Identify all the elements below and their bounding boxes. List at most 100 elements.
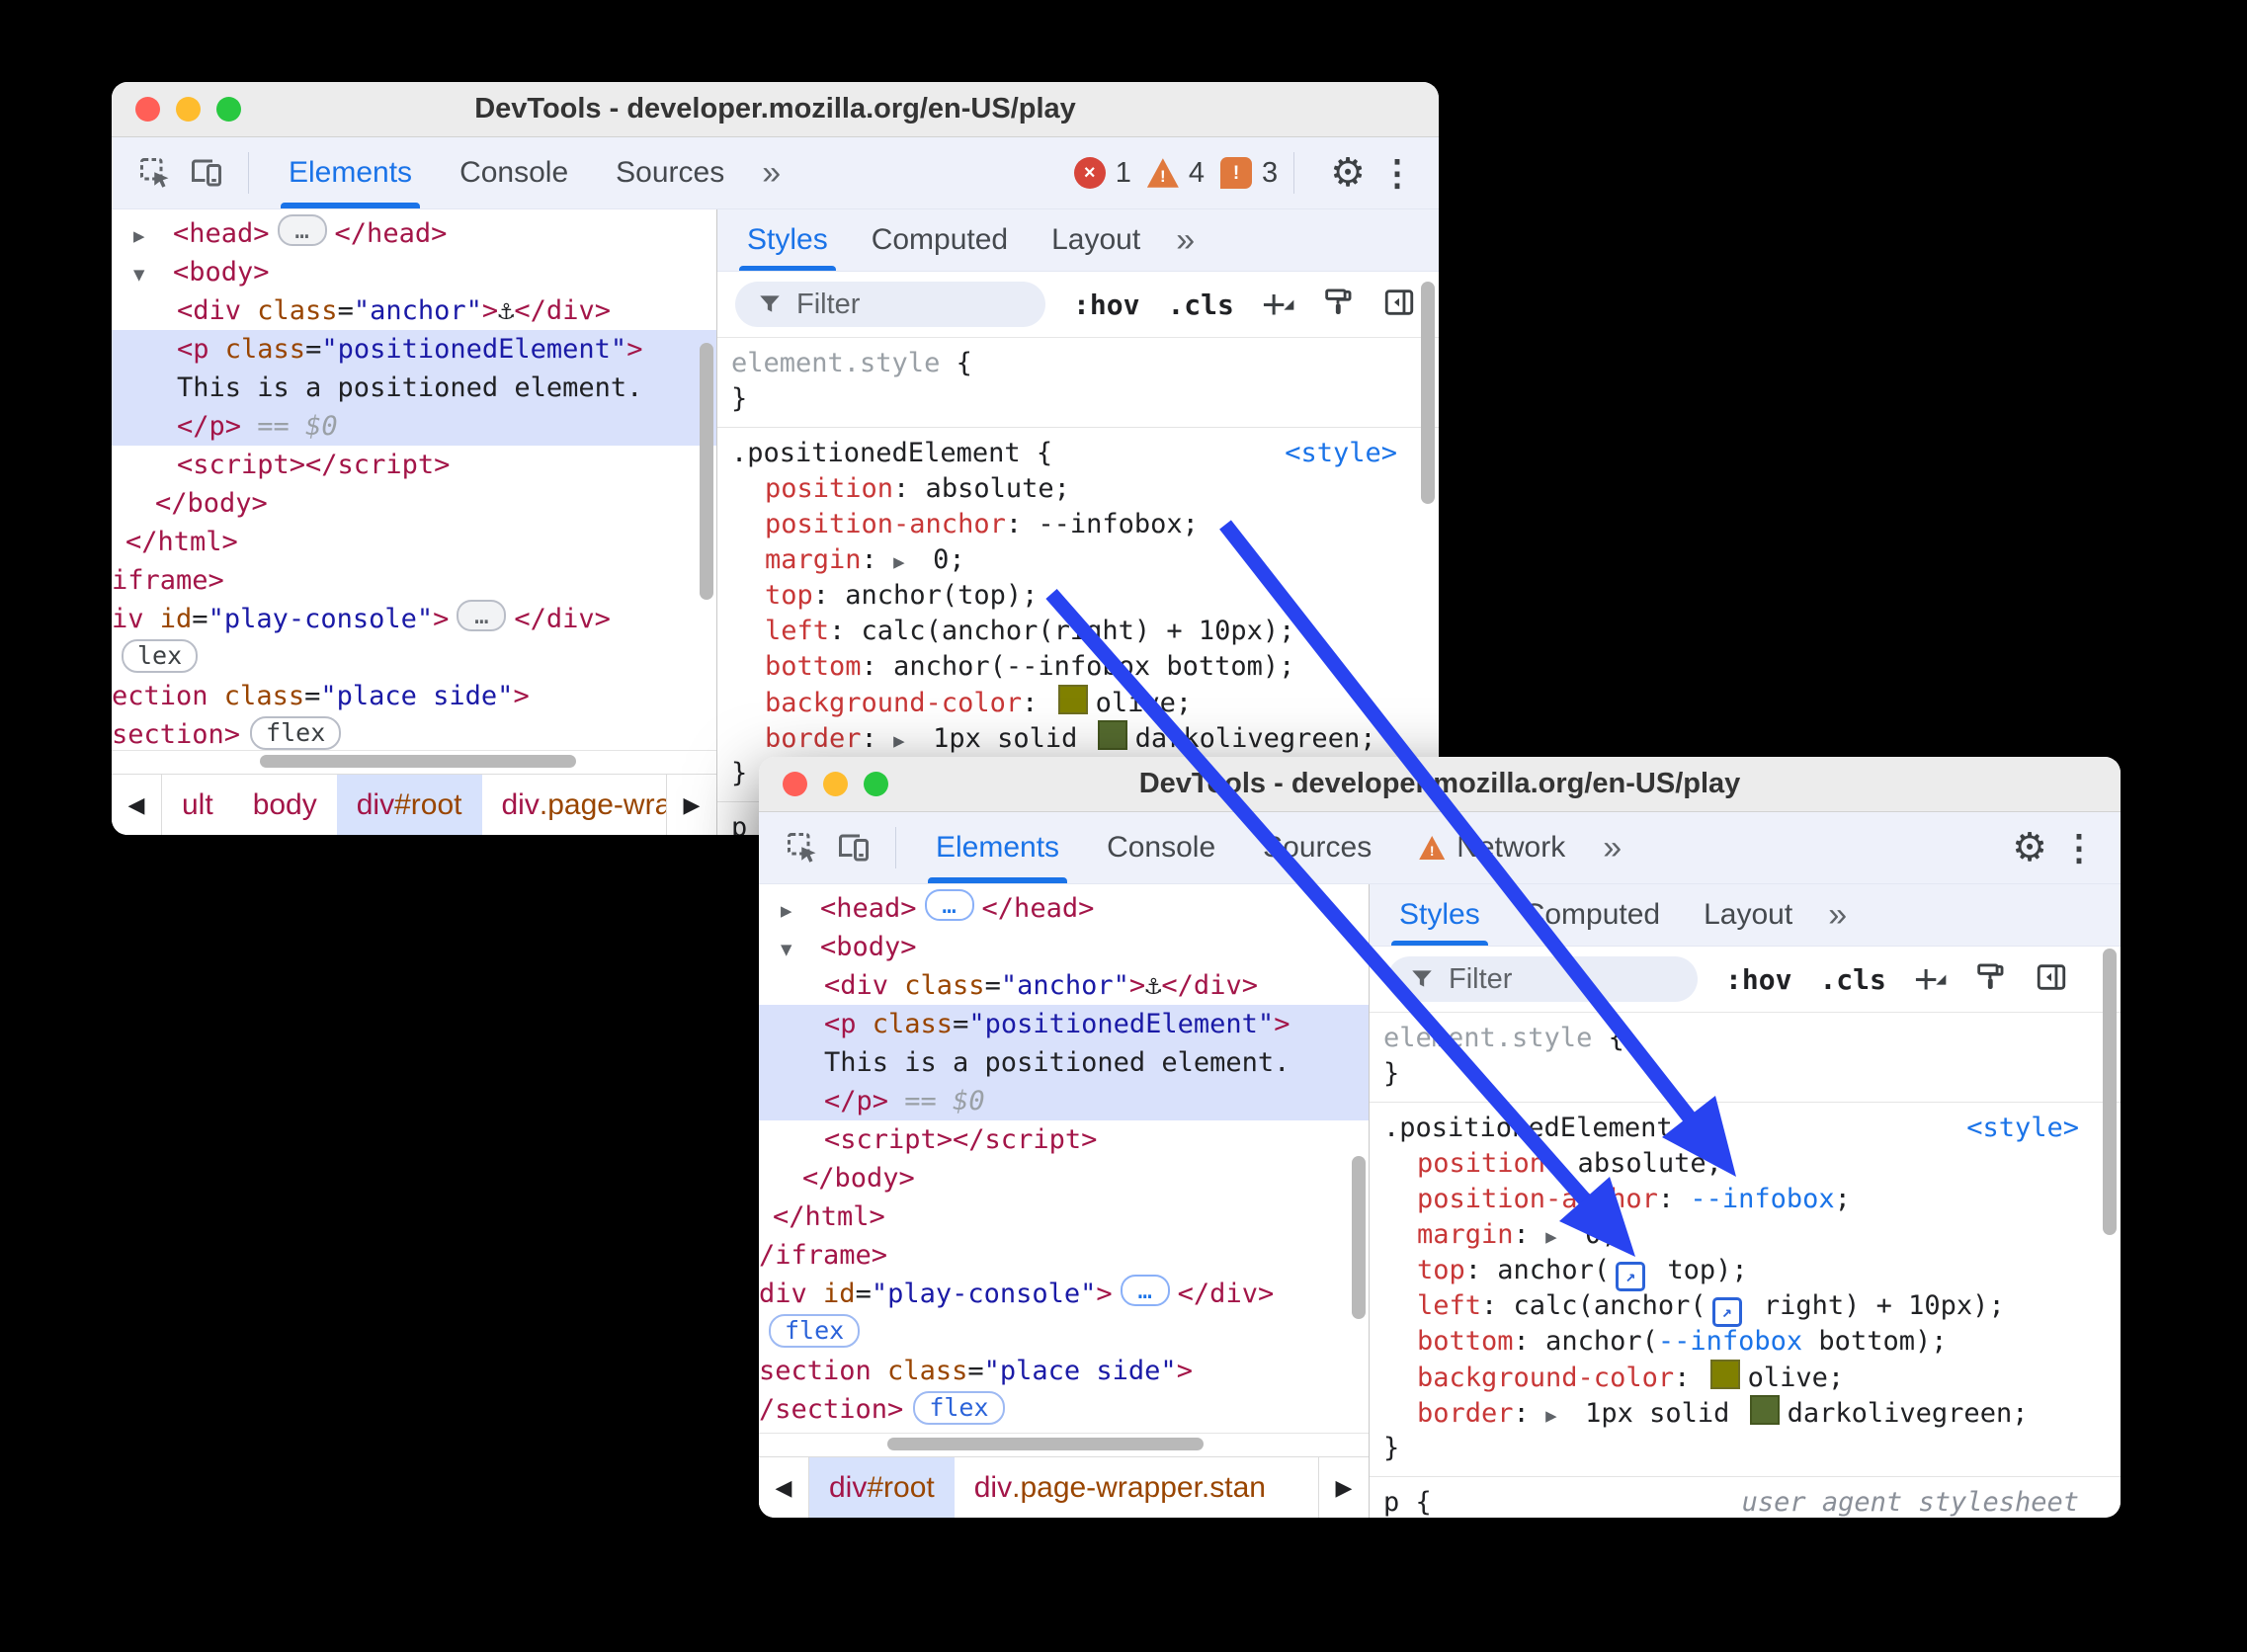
tab-elements[interactable]: Elements xyxy=(912,812,1083,883)
flex-badge[interactable]: flex xyxy=(769,1314,861,1348)
search-input[interactable]: Filter xyxy=(1387,956,1698,1002)
class-toggle[interactable]: .cls xyxy=(1167,289,1233,321)
search-input[interactable]: Filter xyxy=(735,282,1045,327)
style-line[interactable]: } xyxy=(731,381,1439,417)
flex-badge[interactable]: flex xyxy=(913,1391,1005,1425)
style-line[interactable]: background-color: olive; xyxy=(1383,1360,2121,1395)
settings-gear-icon[interactable]: ⚙ xyxy=(1330,150,1366,196)
color-swatch-darkolivegreen[interactable] xyxy=(1097,720,1127,750)
close-button[interactable] xyxy=(783,772,807,796)
styles-vertical-scrollbar[interactable] xyxy=(2103,949,2117,1235)
tree-row[interactable]: /iframe> xyxy=(759,1236,1369,1275)
tab-console[interactable]: Console xyxy=(436,137,592,208)
style-line[interactable]: margin: ▶ 0; xyxy=(731,542,1439,578)
style-line[interactable]: bottom: anchor(--infobox bottom); xyxy=(731,649,1439,685)
tree-row[interactable]: <p class="positionedElement"> xyxy=(112,330,716,369)
crumb-prev-button[interactable]: ◀ xyxy=(112,775,162,835)
more-tabs-button[interactable]: » xyxy=(1589,812,1635,883)
tree-row[interactable]: </p> == $0 xyxy=(112,407,716,446)
tab-network[interactable]: ! Network xyxy=(1395,812,1589,883)
tree-row[interactable]: ▼ <body> xyxy=(112,253,716,291)
style-line[interactable]: .positionedElement {<style> xyxy=(1383,1111,2121,1146)
tree-row[interactable]: ▼ <body> xyxy=(759,928,1369,966)
tree-row[interactable]: iframe> xyxy=(112,561,716,600)
tree-row[interactable]: iv id="play-console">… </div> xyxy=(112,600,716,638)
breadcrumb-item[interactable]: div .page-wra xyxy=(482,775,667,835)
device-toolbar-icon[interactable] xyxy=(832,826,875,869)
crumb-next-button[interactable]: ▶ xyxy=(666,775,716,835)
toggle-sidebar-icon[interactable] xyxy=(2035,960,2068,999)
new-style-rule-button[interactable]: + ◢ xyxy=(1262,284,1294,325)
tree-row[interactable]: <script></script> xyxy=(112,446,716,484)
style-line[interactable]: top: anchor(top); xyxy=(731,578,1439,614)
tree-row[interactable]: lex xyxy=(112,638,716,677)
tree-row[interactable]: flex xyxy=(759,1313,1369,1352)
tree-horizontal-scrollbar[interactable] xyxy=(112,750,716,774)
tree-row[interactable]: <div class="anchor">⚓</div> xyxy=(759,966,1369,1005)
style-line[interactable]: position-anchor: --infobox; xyxy=(1383,1182,2121,1217)
ellipsis-expand-button[interactable]: … xyxy=(277,214,327,246)
tree-row[interactable]: </html> xyxy=(112,523,716,561)
anchor-link-icon[interactable]: ↗ xyxy=(1616,1262,1646,1291)
zoom-button[interactable] xyxy=(864,772,888,796)
breadcrumb-item[interactable]: div #root xyxy=(809,1457,955,1518)
tree-horizontal-scrollbar[interactable] xyxy=(759,1433,1369,1456)
breadcrumb-item[interactable]: div #root xyxy=(336,775,482,835)
tab-styles[interactable]: Styles xyxy=(725,209,850,271)
inspect-element-icon[interactable] xyxy=(133,151,177,195)
tree-vertical-scrollbar[interactable] xyxy=(700,343,713,600)
style-line[interactable]: .positionedElement {<style> xyxy=(731,436,1439,471)
style-line[interactable]: position: absolute; xyxy=(731,471,1439,507)
tree-row[interactable]: </body> xyxy=(112,484,716,523)
tree-row[interactable]: div id="play-console">… </div> xyxy=(759,1275,1369,1313)
tree-row[interactable]: ection class="place side"> xyxy=(112,677,716,715)
minimize-button[interactable] xyxy=(176,97,201,122)
ellipsis-expand-button[interactable]: … xyxy=(924,889,974,921)
device-toolbar-icon[interactable] xyxy=(185,151,228,195)
style-line[interactable]: } xyxy=(1383,1431,2121,1466)
tree-row[interactable]: This is a positioned element. xyxy=(759,1043,1369,1082)
style-line[interactable]: position-anchor: --infobox; xyxy=(731,507,1439,542)
style-line[interactable]: left: calc(anchor(right) + 10px); xyxy=(731,614,1439,649)
style-line[interactable]: margin: ▶ 0; xyxy=(1383,1217,2121,1253)
zoom-button[interactable] xyxy=(216,97,241,122)
class-toggle[interactable]: .cls xyxy=(1819,963,1885,996)
tree-row[interactable]: This is a positioned element. xyxy=(112,369,716,407)
tree-row[interactable]: ▶ <head>… </head> xyxy=(759,889,1369,928)
tree-row[interactable]: section> flex xyxy=(112,715,716,750)
tree-row[interactable]: <script></script> xyxy=(759,1120,1369,1159)
overflow-menu-icon[interactable]: ⋮ xyxy=(1379,152,1417,194)
more-tabs-button[interactable]: » xyxy=(1162,209,1208,271)
more-tabs-button[interactable]: » xyxy=(748,137,794,208)
crumb-next-button[interactable]: ▶ xyxy=(1318,1457,1369,1518)
stylesheet-link[interactable]: <style> xyxy=(1285,436,1397,471)
tree-row[interactable]: ▶ <head>… </head> xyxy=(112,214,716,253)
more-tabs-button[interactable]: » xyxy=(1814,884,1861,946)
ellipsis-expand-button[interactable]: … xyxy=(457,600,507,631)
tree-row[interactable]: </html> xyxy=(759,1198,1369,1236)
tab-computed[interactable]: Computed xyxy=(1502,884,1682,946)
warnings-badge[interactable]: ! 4 xyxy=(1146,157,1205,190)
tab-styles[interactable]: Styles xyxy=(1377,884,1502,946)
tab-computed[interactable]: Computed xyxy=(850,209,1030,271)
tree-row[interactable]: /section> flex xyxy=(759,1390,1369,1429)
style-line[interactable]: position: absolute; xyxy=(1383,1146,2121,1182)
style-line[interactable]: } xyxy=(1383,1056,2121,1092)
settings-gear-icon[interactable]: ⚙ xyxy=(2012,825,2047,870)
tree-row[interactable]: section class="place side"> xyxy=(759,1352,1369,1390)
anchor-link-icon[interactable]: ↗ xyxy=(1711,1297,1742,1327)
stylesheet-link[interactable]: <style> xyxy=(1966,1111,2079,1146)
breadcrumb-item[interactable]: div .page-wrapper.stan xyxy=(955,1457,1286,1518)
pseudo-state-toggle[interactable]: :hov xyxy=(1725,963,1791,996)
crumb-prev-button[interactable]: ◀ xyxy=(759,1457,809,1518)
tab-elements[interactable]: Elements xyxy=(265,137,436,208)
new-style-rule-button[interactable]: + ◢ xyxy=(1914,958,1947,1000)
tab-sources[interactable]: Sources xyxy=(592,137,748,208)
style-line[interactable]: element.style { xyxy=(1383,1021,2121,1056)
paint-roller-icon[interactable] xyxy=(1321,286,1355,324)
style-line[interactable]: p {user agent stylesheet xyxy=(1383,1485,2121,1518)
tab-layout[interactable]: Layout xyxy=(1682,884,1814,946)
overflow-menu-icon[interactable]: ⋮ xyxy=(2061,827,2099,868)
minimize-button[interactable] xyxy=(823,772,848,796)
color-swatch-darkolivegreen[interactable] xyxy=(1749,1395,1780,1425)
